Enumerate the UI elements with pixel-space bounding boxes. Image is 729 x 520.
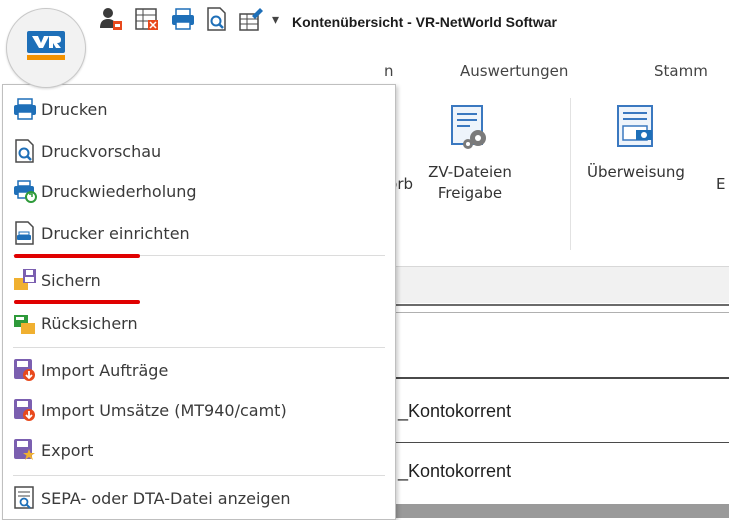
menu-separator bbox=[13, 475, 385, 476]
transfer-form-icon bbox=[617, 105, 653, 147]
menu-separator bbox=[13, 347, 385, 348]
printer-icon[interactable] bbox=[170, 6, 196, 32]
tab-auswertungen[interactable]: Auswertungen bbox=[460, 62, 568, 80]
menu-item-sichern[interactable]: Sichern bbox=[13, 263, 393, 297]
ribbon-button-label: ZV-Dateien bbox=[428, 163, 512, 181]
import-transactions-icon bbox=[14, 399, 35, 421]
table-delete-icon[interactable] bbox=[134, 6, 160, 32]
menu-item-label: Druckwiederholung bbox=[41, 181, 197, 201]
user-settings-icon[interactable] bbox=[98, 6, 124, 32]
tab-stamm[interactable]: Stamm bbox=[654, 62, 708, 80]
account-row-1[interactable]: _Kontokorrent bbox=[398, 401, 511, 422]
menu-item-label: Import Umsätze (MT940/camt) bbox=[41, 400, 287, 420]
header-area bbox=[380, 313, 729, 377]
ribbon-button-label: Überweisung bbox=[587, 163, 685, 181]
ribbon-button-label-line2: Freigabe bbox=[437, 184, 503, 202]
red-underline-annotation bbox=[14, 254, 140, 258]
print-preview-icon bbox=[15, 139, 34, 163]
backup-icon bbox=[14, 269, 36, 290]
import-orders-icon bbox=[14, 359, 35, 381]
ribbon-button-partial[interactable]: E bbox=[716, 174, 729, 195]
menu-item-label: Import Aufträge bbox=[41, 360, 169, 380]
table-edit-icon[interactable] bbox=[238, 6, 264, 32]
toolbar-band bbox=[380, 266, 729, 303]
vr-bank-logo-icon bbox=[27, 31, 65, 60]
print-repeat-icon bbox=[14, 180, 37, 203]
application-menu-button[interactable] bbox=[6, 8, 86, 88]
menu-item-drucker-einrichten[interactable]: Drucker einrichten bbox=[13, 216, 393, 250]
menu-item-drucken[interactable]: Drucken bbox=[13, 92, 393, 126]
divider bbox=[380, 377, 729, 379]
menu-item-label: Drucker einrichten bbox=[41, 223, 190, 243]
restore-icon bbox=[14, 315, 35, 334]
qat-dropdown-icon[interactable]: ▾ bbox=[272, 12, 279, 28]
printer-setup-icon bbox=[15, 221, 34, 245]
tab-partial[interactable]: n bbox=[384, 62, 394, 80]
menu-item-label: Export bbox=[41, 440, 94, 460]
export-icon bbox=[14, 439, 35, 460]
divider bbox=[380, 442, 729, 443]
menu-item-import-umsaetze[interactable]: Import Umsätze (MT940/camt) bbox=[13, 393, 393, 427]
printer-icon bbox=[14, 98, 36, 120]
divider bbox=[380, 304, 729, 306]
title-bar: ▾ Kontenübersicht - VR-NetWorld Softwar bbox=[0, 0, 729, 44]
menu-item-import-auftraege[interactable]: Import Aufträge bbox=[13, 353, 393, 387]
account-row-2[interactable]: _Kontokorrent bbox=[398, 461, 511, 482]
bottom-band bbox=[380, 504, 729, 518]
menu-item-druckvorschau[interactable]: Druckvorschau bbox=[13, 134, 393, 168]
sepa-file-icon bbox=[14, 486, 34, 509]
menu-item-label: Druckvorschau bbox=[41, 141, 162, 161]
menu-item-druckwiederholung[interactable]: Druckwiederholung bbox=[13, 174, 393, 208]
ribbon-button-label: E bbox=[716, 175, 726, 193]
menu-item-sepa-datei-anzeigen[interactable]: SEPA- oder DTA-Datei anzeigen bbox=[13, 481, 393, 515]
ribbon-button-zv-dateien-freigabe[interactable]: ZV-Dateien Freigabe bbox=[412, 104, 528, 204]
menu-item-ruecksichern[interactable]: Rücksichern bbox=[13, 306, 393, 340]
ribbon-button-ueberweisung[interactable]: Überweisung bbox=[576, 104, 696, 183]
menu-item-export[interactable]: Export bbox=[13, 433, 393, 467]
menu-item-label: Rücksichern bbox=[41, 313, 138, 333]
red-underline-annotation bbox=[14, 300, 140, 304]
menu-item-label: Drucken bbox=[41, 99, 108, 119]
menu-item-label: SEPA- oder DTA-Datei anzeigen bbox=[41, 488, 291, 508]
ribbon-separator bbox=[570, 98, 571, 250]
print-preview-icon[interactable] bbox=[204, 6, 230, 32]
window-title: Kontenübersicht - VR-NetWorld Softwar bbox=[292, 14, 557, 30]
zv-files-release-icon bbox=[451, 105, 486, 149]
ribbon-group: korb ZV-Dateien Freigabe Überweisung E bbox=[380, 96, 729, 256]
menu-item-label: Sichern bbox=[41, 270, 101, 290]
